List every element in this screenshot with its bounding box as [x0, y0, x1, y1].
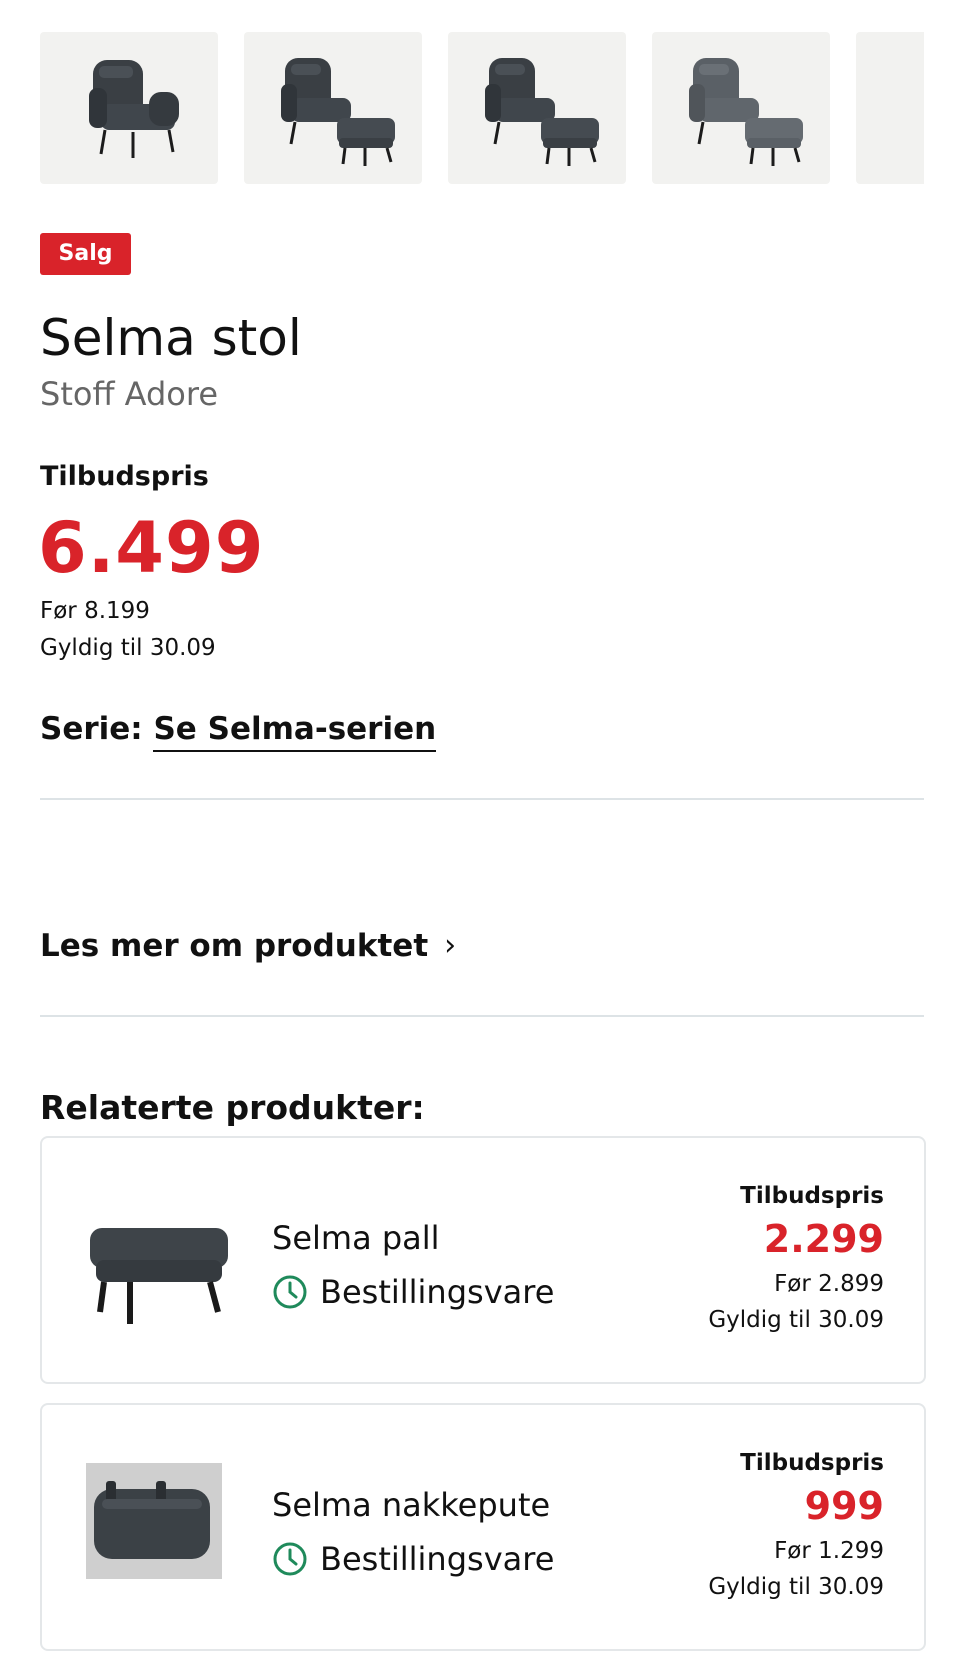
stock-status-label: Bestillingsvare [320, 1273, 555, 1311]
neck-pillow-image [86, 1453, 236, 1603]
related-product-name[interactable]: Selma nakkepute [272, 1483, 550, 1527]
clock-icon [273, 1542, 307, 1576]
offer-price-label: Tilbudspris [740, 1450, 884, 1476]
offer-price: 6.499 [38, 507, 265, 589]
offer-price-label: Tilbudspris [40, 461, 209, 492]
sale-badge: Salg [40, 233, 131, 275]
clock-icon [273, 1275, 307, 1309]
series-link[interactable]: Se Selma-serien [153, 711, 437, 752]
thumbnail-3[interactable] [448, 32, 626, 184]
related-price-block: Tilbudspris 2.299 Før 2.899 Gyldig til 3… [708, 1180, 884, 1338]
image-gallery[interactable] [40, 32, 924, 184]
before-price: Før 8.199 [40, 598, 150, 624]
related-product-card[interactable]: Selma pall Bestillingsvare Tilbudspris 2… [40, 1136, 926, 1384]
armchair-with-footstool-image [485, 58, 599, 166]
read-more-link[interactable]: Les mer om produktet › [40, 924, 456, 968]
offer-price: 2.299 [763, 1217, 884, 1261]
valid-until: Gyldig til 30.09 [708, 1574, 884, 1600]
armchair-with-footstool-image [689, 58, 803, 166]
thumbnail-1[interactable] [40, 32, 218, 184]
read-more-label: Les mer om produktet [40, 928, 429, 964]
footstool-image [86, 1186, 236, 1336]
stock-status-label: Bestillingsvare [320, 1540, 555, 1578]
related-price-block: Tilbudspris 999 Før 1.299 Gyldig til 30.… [708, 1447, 884, 1605]
stock-status: Bestillingsvare [272, 1270, 554, 1314]
valid-until: Gyldig til 30.09 [40, 635, 216, 661]
product-subtitle: Stoff Adore [40, 375, 219, 413]
product-title: Selma stol [40, 309, 302, 367]
thumbnail-5[interactable] [856, 32, 924, 184]
armchair-with-footstool-image [281, 58, 395, 166]
offer-price: 999 [804, 1484, 884, 1528]
series-row: Serie: Se Selma-serien [40, 707, 437, 752]
armchair-image [89, 60, 179, 158]
divider [40, 798, 924, 800]
offer-price-label: Tilbudspris [740, 1183, 884, 1209]
related-products-title: Relaterte produkter: [40, 1088, 425, 1127]
stock-status: Bestillingsvare [272, 1537, 554, 1581]
before-price: Før 2.899 [774, 1271, 884, 1297]
chevron-right-icon: › [444, 928, 457, 963]
divider [40, 1015, 924, 1017]
related-product-card[interactable]: Selma nakkepute Bestillingsvare Tilbudsp… [40, 1403, 926, 1651]
thumbnail-2[interactable] [244, 32, 422, 184]
thumbnail-4[interactable] [652, 32, 830, 184]
before-price: Før 1.299 [774, 1538, 884, 1564]
related-product-name[interactable]: Selma pall [272, 1216, 440, 1260]
valid-until: Gyldig til 30.09 [708, 1307, 884, 1333]
series-label: Serie: [40, 711, 143, 747]
